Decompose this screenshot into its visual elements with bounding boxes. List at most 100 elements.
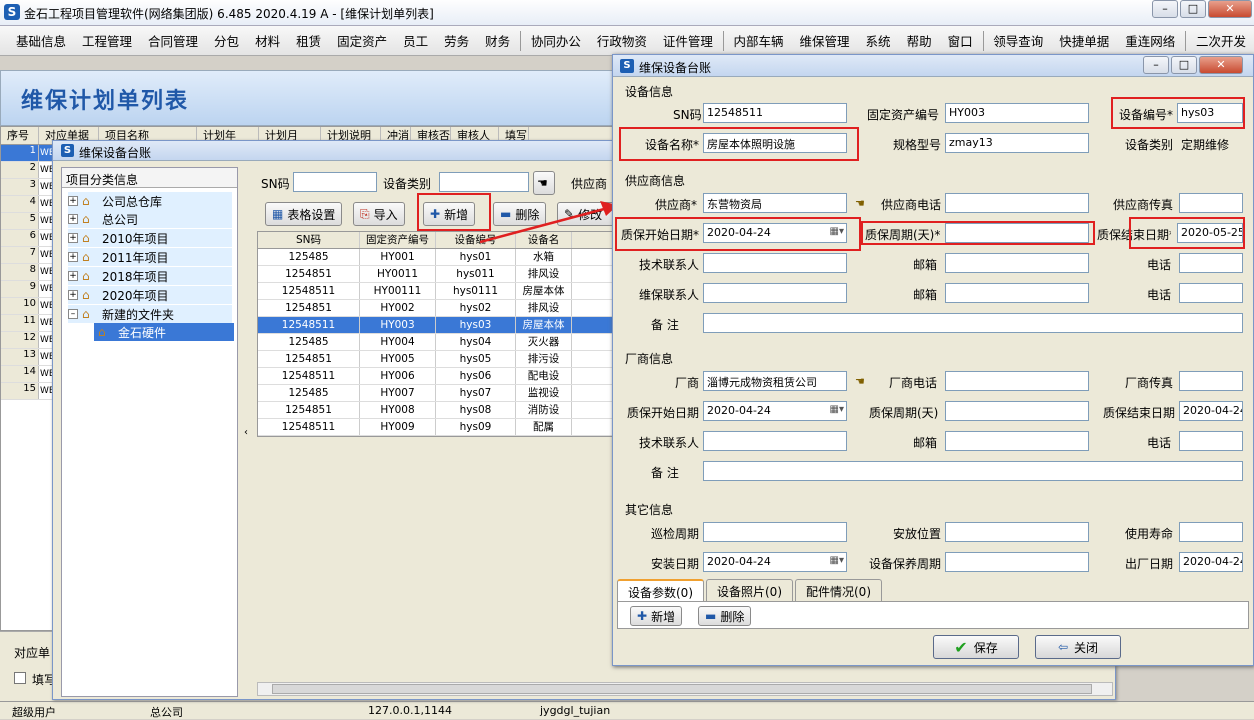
phone2-field[interactable] — [1179, 283, 1243, 303]
table-row[interactable]: 2 WE — [1, 162, 55, 179]
model-field[interactable]: zmay13 — [945, 133, 1089, 153]
minimize-icon[interactable]: – — [1152, 0, 1178, 18]
menu-item[interactable]: 租赁 — [288, 31, 329, 50]
menu-item[interactable]: 财务 — [477, 31, 518, 50]
lifetime-field[interactable] — [1179, 522, 1243, 542]
location-field[interactable] — [945, 522, 1089, 542]
save-button[interactable]: ✔ 保存 — [933, 635, 1019, 659]
menu-item[interactable]: 固定资产 — [329, 31, 395, 50]
factory-date-field[interactable]: 2020-04-24 — [1179, 552, 1243, 572]
table-row[interactable]: 10 WE — [1, 298, 55, 315]
scroll-thumb[interactable] — [272, 684, 1092, 694]
grid-row[interactable]: 125485 HY007 hys07 监视设 — [258, 385, 616, 402]
grid-column-header[interactable]: 固定资产编号 — [360, 232, 436, 248]
vendor-fax-field[interactable] — [1179, 371, 1243, 391]
horizontal-scrollbar[interactable] — [257, 682, 1113, 696]
collapse-arrow-icon[interactable]: ‹ — [244, 427, 248, 438]
detail-close-icon[interactable]: ✕ — [1199, 56, 1243, 74]
v-warranty-start-field[interactable]: 2020-04-24 ▦▾ — [703, 401, 847, 421]
table-row[interactable]: 5 WE — [1, 213, 55, 230]
table-row[interactable]: 8 WE — [1, 264, 55, 281]
grid-row[interactable]: 1254851 HY002 hys02 排风设 — [258, 300, 616, 317]
grid-row[interactable]: 12548511 HY009 hys09 配属 — [258, 419, 616, 436]
supplier-field[interactable]: 东营物资局 — [703, 193, 847, 213]
menu-item[interactable]: 二次开发 — [1188, 31, 1254, 50]
maint-contact-field[interactable] — [703, 283, 847, 303]
grid-row[interactable]: 1254851 HY005 hys05 排污设 — [258, 351, 616, 368]
detail-minimize-icon[interactable]: – — [1143, 56, 1169, 74]
menu-item[interactable]: 内部车辆 — [726, 31, 792, 50]
table-row[interactable]: 13 WE — [1, 349, 55, 366]
supplier-phone-field[interactable] — [945, 193, 1089, 213]
detail-maximize-icon[interactable]: □ — [1171, 56, 1197, 74]
menu-item[interactable]: 行政物资 — [589, 31, 655, 50]
tab-delete-button[interactable]: ▬ 删除 — [698, 606, 752, 626]
category-value[interactable]: 定期维修 — [1181, 136, 1229, 153]
supplier-picker-icon[interactable]: ☚ — [855, 198, 871, 210]
vendor-field[interactable]: 淄博元成物资租赁公司 — [703, 371, 847, 391]
import-button[interactable]: ⎘ 导入 — [353, 202, 405, 226]
expand-icon[interactable]: + — [68, 290, 78, 300]
v-phone-field[interactable] — [1179, 431, 1243, 451]
vendor-phone-field[interactable] — [945, 371, 1089, 391]
expand-icon[interactable]: + — [68, 214, 78, 224]
close-icon[interactable]: ✕ — [1208, 0, 1252, 18]
tree-node[interactable]: + ⌂ 总公司 — [68, 210, 232, 228]
menu-item[interactable]: 帮助 — [899, 31, 940, 50]
grid-column-header[interactable]: SN码 — [258, 232, 360, 248]
menu-item[interactable]: 材料 — [247, 31, 288, 50]
phone-field[interactable] — [1179, 253, 1243, 273]
email-field[interactable] — [945, 253, 1089, 273]
menu-item[interactable]: 重连网络 — [1117, 31, 1183, 50]
remark-field[interactable] — [703, 313, 1243, 333]
v-email-field[interactable] — [945, 431, 1089, 451]
patrol-cycle-field[interactable] — [703, 522, 847, 542]
detail-tab[interactable]: 配件情况(0) — [795, 579, 882, 601]
install-calendar-icon[interactable]: ▦▾ — [830, 555, 844, 566]
tab-add-button[interactable]: ✚ 新增 — [630, 606, 683, 626]
v-remark-field[interactable] — [703, 461, 1243, 481]
expand-icon[interactable]: + — [68, 233, 78, 243]
vendor-picker-icon[interactable]: ☚ — [855, 376, 871, 388]
v-calendar-icon[interactable]: ▦▾ — [830, 404, 844, 415]
column-header[interactable]: 序号 — [1, 127, 39, 144]
install-date-field[interactable]: 2020-04-24 ▦▾ — [703, 552, 847, 572]
menu-item[interactable]: 基础信息 — [8, 31, 74, 50]
table-row[interactable]: 9 WE — [1, 281, 55, 298]
grid-row[interactable]: 125485 HY004 hys04 灭火器 — [258, 334, 616, 351]
tree-node[interactable]: + ⌂ 2020年项目 — [68, 286, 232, 304]
menu-item[interactable]: 系统 — [858, 31, 899, 50]
tree-node[interactable]: ⌂ 金石硬件 — [94, 323, 234, 341]
expand-icon[interactable]: + — [68, 196, 78, 206]
grid-row[interactable]: 12548511 HY003 hys03 房屋本体 — [258, 317, 616, 334]
menu-item[interactable]: 窗口 — [940, 31, 981, 50]
tree-node[interactable]: – ⌂ 新建的文件夹 — [68, 305, 232, 323]
menu-item[interactable]: 工程管理 — [74, 31, 140, 50]
table-row[interactable]: 15 WE — [1, 383, 55, 400]
grid-row[interactable]: 12548511 HY00111 hys0111 房屋本体 — [258, 283, 616, 300]
tree-node[interactable]: + ⌂ 2010年项目 — [68, 229, 232, 247]
v-tech-contact-field[interactable] — [703, 431, 847, 451]
tech-contact-field[interactable] — [703, 253, 847, 273]
v-warranty-period-field[interactable] — [945, 401, 1089, 421]
table-row[interactable]: 3 WE — [1, 179, 55, 196]
sn-field[interactable]: 12548511 — [703, 103, 847, 123]
grid-row[interactable]: 1254851 HY0011 hys011 排风设 — [258, 266, 616, 283]
grid-row[interactable]: 1254851 HY008 hys08 消防设 — [258, 402, 616, 419]
v-warranty-end-field[interactable]: 2020-04-24 — [1179, 401, 1243, 421]
table-row[interactable]: 12 WE — [1, 332, 55, 349]
table-row[interactable]: 1 WE — [1, 145, 55, 162]
tree-node[interactable]: + ⌂ 公司总仓库 — [68, 192, 232, 210]
expand-icon[interactable]: + — [68, 252, 78, 262]
menu-item[interactable]: 快捷单据 — [1051, 31, 1117, 50]
tree-node[interactable]: + ⌂ 2011年项目 — [68, 248, 232, 266]
table-row[interactable]: 4 WE — [1, 196, 55, 213]
menu-item[interactable]: 员工 — [395, 31, 436, 50]
menu-item[interactable]: 领导查询 — [985, 31, 1051, 50]
table-row[interactable]: 11 WE — [1, 315, 55, 332]
table-row[interactable]: 14 WE — [1, 366, 55, 383]
splitter[interactable]: ‹ — [241, 167, 253, 697]
menu-item[interactable]: 协同办公 — [523, 31, 589, 50]
maximize-icon[interactable]: □ — [1180, 0, 1206, 18]
tree-node[interactable]: + ⌂ 2018年项目 — [68, 267, 232, 285]
